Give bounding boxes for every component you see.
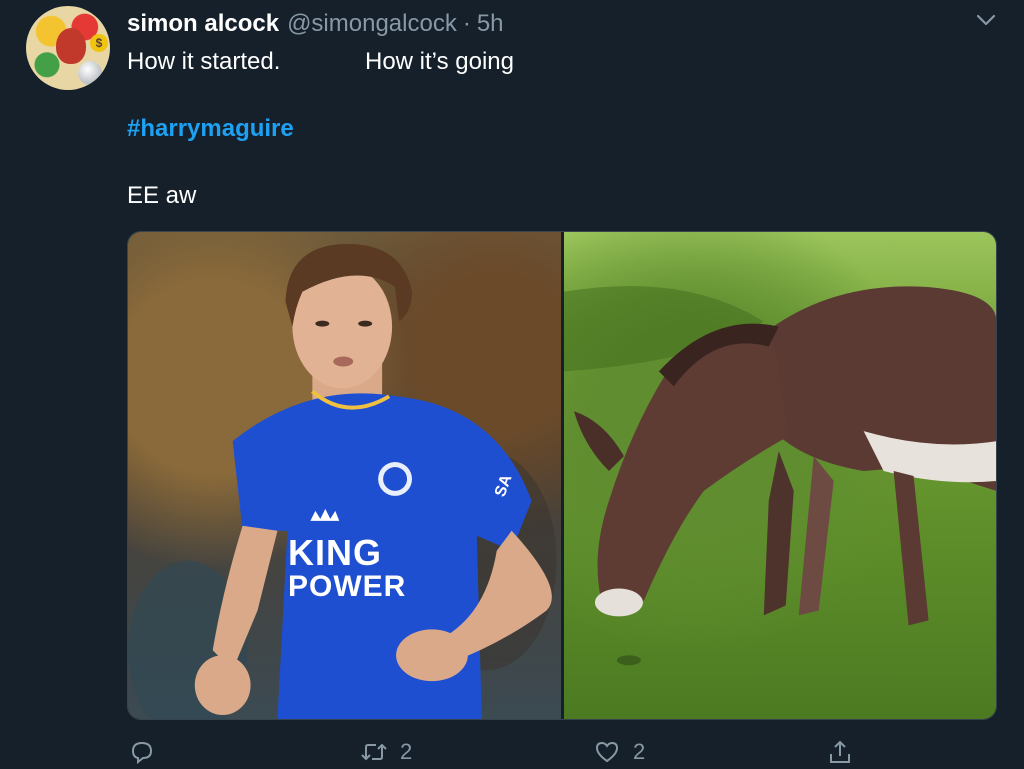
like-icon bbox=[595, 741, 619, 763]
tweet-text-started: How it started. bbox=[127, 48, 281, 75]
share-icon bbox=[830, 740, 850, 763]
reply-button[interactable] bbox=[128, 735, 168, 769]
share-button[interactable] bbox=[826, 735, 854, 769]
avatar-ball bbox=[78, 61, 102, 85]
like-count: 2 bbox=[633, 739, 646, 764]
shirt-sponsor-line1: KING bbox=[288, 532, 382, 573]
avatar[interactable]: $ bbox=[26, 6, 110, 90]
shirt-sponsor-line2: POWER bbox=[288, 570, 407, 603]
player-photo[interactable]: KING POWER SA bbox=[128, 232, 561, 719]
chevron-down-icon[interactable] bbox=[974, 10, 998, 30]
player-illustration bbox=[128, 243, 557, 719]
retweet-icon bbox=[361, 743, 387, 761]
avatar-face bbox=[56, 28, 86, 64]
retweet-button[interactable]: 2 bbox=[360, 735, 412, 769]
tweet-header: simon alcock @simongalcock · 5h bbox=[127, 10, 504, 40]
tweet[interactable]: $ simon alcock @simongalcock · 5h How it… bbox=[0, 0, 1024, 769]
reply-icon bbox=[131, 741, 153, 765]
tweet-actions: 2 2 bbox=[0, 735, 1024, 769]
retweet-count: 2 bbox=[400, 739, 413, 764]
display-name[interactable]: simon alcock bbox=[127, 10, 279, 38]
user-handle[interactable]: @simongalcock bbox=[287, 10, 457, 38]
media-grid: KING POWER SA bbox=[127, 231, 997, 720]
timestamp[interactable]: 5h bbox=[477, 10, 504, 38]
like-button[interactable]: 2 bbox=[593, 735, 645, 769]
tweet-text-going: How it’s going bbox=[365, 48, 514, 75]
tweet-text-caption: EE aw bbox=[127, 182, 197, 209]
separator-dot: · bbox=[462, 10, 471, 37]
hashtag-link[interactable]: #harrymaguire bbox=[127, 115, 294, 143]
donkey-illustration bbox=[563, 286, 996, 666]
donkey-photo[interactable] bbox=[563, 232, 996, 719]
avatar-coin: $ bbox=[90, 34, 108, 52]
